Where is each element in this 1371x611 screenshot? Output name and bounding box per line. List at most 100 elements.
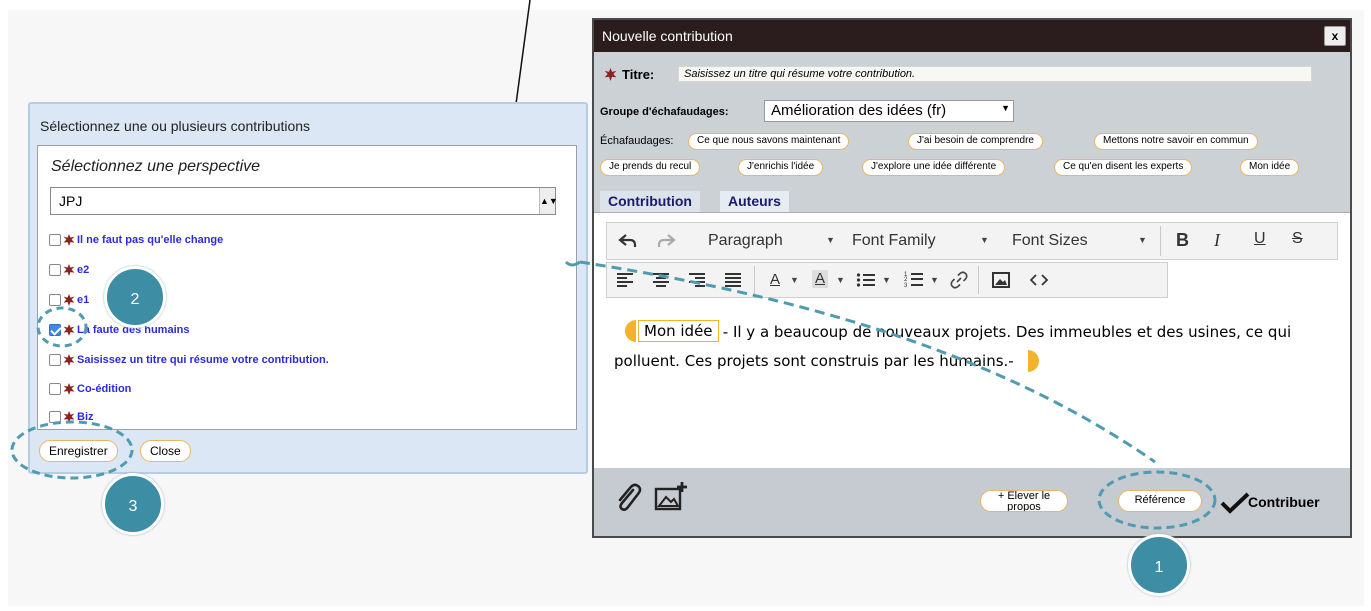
chevron-down-icon: ▼ [930,275,939,285]
align-justify-icon[interactable] [724,272,742,288]
link-icon[interactable] [950,271,968,289]
background-color-button[interactable]: A [812,270,828,288]
perspective-value: JPJ [59,193,83,209]
elevate-button[interactable]: + Élever le propos [980,490,1068,512]
dialog-title: Sélectionnez une ou plusieurs contributi… [40,118,311,134]
checkbox[interactable] [49,383,61,395]
window-titlebar: Nouvelle contribution x [594,20,1350,52]
contribution-label[interactable]: Biz [77,411,94,423]
align-center-icon[interactable] [652,272,670,288]
tab-authors[interactable]: Auteurs [720,191,789,212]
perspective-label: Sélectionnez une perspective [51,158,261,175]
chevron-down-icon: ▼ [790,275,799,285]
body-text-line-2: polluent. Ces projets sont construis par… [614,352,1014,370]
font-family-dropdown[interactable]: Font Family [852,232,936,250]
contribution-icon [63,294,75,306]
align-right-icon[interactable] [688,272,706,288]
scaffold-group-select[interactable]: Amélioration des idées (fr) ▼ [764,100,1014,122]
new-contribution-window: Nouvelle contribution x Titre: Saisissez… [592,18,1352,538]
paperclip-icon[interactable] [614,483,642,513]
text-color-button[interactable]: A [770,271,780,288]
step-marker-2: 2 [104,266,166,328]
scaffold-button[interactable]: J'ai besoin de comprendre [908,133,1043,150]
font-sizes-label: Font Sizes [1012,232,1088,249]
contribute-button[interactable]: Contribuer [1248,494,1320,510]
contribution-icon [63,324,75,336]
list-item[interactable]: e2 [49,262,89,278]
contribution-label[interactable]: Co-édition [77,383,131,395]
checkbox[interactable] [49,264,61,276]
paragraph-dropdown[interactable]: Paragraph [708,232,783,250]
contribution-icon [63,234,75,246]
close-button[interactable]: x [1324,26,1346,46]
contribution-icon [63,354,75,366]
image-icon[interactable] [992,272,1010,288]
step-marker-3: 3 [102,473,164,535]
bold-button[interactable]: B [1176,230,1189,251]
strikethrough-button[interactable]: S [1292,230,1303,248]
contribution-label[interactable]: Il ne faut pas qu'elle change [77,234,223,246]
step-marker-1: 1 [1128,534,1190,596]
checkbox[interactable] [49,234,61,246]
checkbox[interactable] [49,294,61,306]
font-sizes-dropdown[interactable]: Font Sizes [1012,232,1088,250]
contribution-icon [63,264,75,276]
code-icon[interactable] [1030,273,1048,287]
list-item[interactable]: La faute des humains [49,322,189,338]
chevron-down-icon: ▼ [882,275,891,285]
check-icon [1220,492,1250,514]
scaffold-start-marker [625,320,636,342]
checkbox[interactable] [49,411,61,423]
title-label: Titre: [622,67,655,82]
contribution-label[interactable]: e1 [77,294,89,306]
list-item[interactable]: Il ne faut pas qu'elle change [49,232,223,248]
scaffold-button[interactable]: Ce que nous savons maintenant [688,133,850,150]
connector-line [515,0,531,105]
title-input[interactable]: Saisissez un titre qui résume votre cont… [678,66,1312,82]
underline-button[interactable]: U [1254,230,1266,248]
align-left-icon[interactable] [616,272,634,288]
scaffold-tag[interactable]: Mon idée [638,320,719,342]
tab-contribution[interactable]: Contribution [600,191,700,212]
toolbar-divider [1160,226,1161,256]
chevron-down-icon: ▼ [1001,103,1010,113]
scaffold-button[interactable]: Je prends du recul [600,159,701,176]
contribution-label[interactable]: Saisissez un titre qui résume votre cont… [77,354,329,366]
list-item[interactable]: Biz [49,409,94,425]
scaffold-button[interactable]: J'explore une idée différente [862,159,1006,176]
numbered-list-icon[interactable]: 123 [904,270,924,288]
scaffold-button[interactable]: Mon idée [1240,159,1300,176]
chevron-down-icon: ▼ [980,235,989,245]
checkbox[interactable] [49,354,61,366]
list-item[interactable]: e1 [49,292,89,308]
scaffold-button[interactable]: J'enrichis l'idée [738,159,824,176]
bullet-list-icon[interactable] [856,272,876,288]
close-button[interactable]: Close [140,440,191,462]
chevron-down-icon: ▼ [826,235,835,245]
list-item[interactable]: Saisissez un titre qui résume votre cont… [49,352,329,368]
undo-icon[interactable] [618,232,638,250]
scaffold-group-value: Amélioration des idées (fr) [771,102,947,119]
scaffold-button[interactable]: Ce qu'en disent les experts [1054,159,1193,176]
contribution-icon [63,383,75,395]
reference-button[interactable]: Référence [1118,490,1202,512]
contribution-label[interactable]: e2 [77,264,89,276]
svg-text:3: 3 [904,283,908,288]
scaffold-end-marker [1028,350,1039,372]
chevron-down-icon: ▼ [1138,235,1147,245]
italic-button[interactable]: I [1214,230,1220,251]
required-icon [604,68,617,81]
save-button[interactable]: Enregistrer [39,440,118,462]
title-placeholder: Saisissez un titre qui résume votre cont… [684,68,916,80]
font-family-label: Font Family [852,232,936,249]
redo-icon[interactable] [656,232,676,250]
toolbar-divider [754,266,755,294]
perspective-select[interactable]: JPJ ▲▼ [50,187,558,215]
scaffold-button[interactable]: Mettons notre savoir en commun [1094,133,1258,150]
checkbox-checked[interactable] [49,324,61,336]
toolbar-divider [978,266,979,294]
image-add-icon[interactable] [654,480,690,512]
scaffolds-label: Échafaudages: [600,135,674,147]
scaffold-group-label: Groupe d'échafaudages: [600,106,729,118]
list-item[interactable]: Co-édition [49,381,131,397]
